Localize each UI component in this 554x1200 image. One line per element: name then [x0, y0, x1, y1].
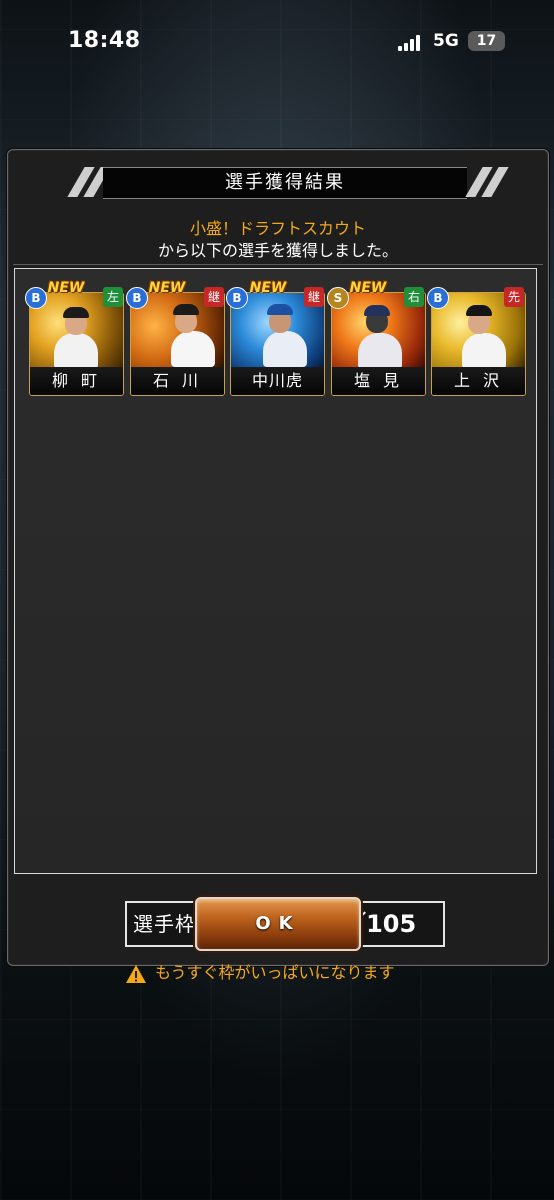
dialog-title: 選手獲得結果 — [103, 167, 467, 199]
position-badge: 左 — [103, 287, 123, 307]
player-card[interactable]: 上 沢 — [431, 292, 526, 396]
grade-badge: B — [126, 287, 148, 309]
warning-text: もうすぐ枠がいっぱいになります — [155, 963, 395, 982]
players-panel: 柳 町 NEW B 左 石 川 NEW B 継 中川虎 NEW B 継 塩 見 … — [14, 268, 537, 983]
status-bar: 18:48 5G 17 — [0, 0, 554, 80]
position-badge: 右 — [404, 287, 424, 307]
player-card-list: 柳 町 NEW B 左 石 川 NEW B 継 中川虎 NEW B 継 塩 見 … — [25, 280, 535, 404]
player-name: 塩 見 — [332, 367, 425, 395]
new-badge: NEW — [47, 280, 85, 296]
player-card[interactable]: 石 川 — [130, 292, 225, 396]
scout-name: 小盛！ドラフトスカウト — [189, 219, 366, 238]
player-name: 柳 町 — [30, 367, 123, 395]
divider — [13, 264, 543, 265]
position-badge: 継 — [304, 287, 324, 307]
warning-icon — [126, 964, 146, 983]
scout-description: から以下の選手を獲得しました。 — [157, 241, 398, 260]
grade-badge: B — [226, 287, 248, 309]
player-card[interactable]: 柳 町 — [29, 292, 124, 396]
player-name: 石 川 — [131, 367, 224, 395]
battery-icon: 17 — [468, 31, 505, 51]
grade-badge: B — [25, 287, 47, 309]
new-badge: NEW — [148, 280, 186, 296]
position-badge: 継 — [204, 287, 224, 307]
player-name: 上 沢 — [432, 367, 525, 395]
player-card[interactable]: 塩 見 — [331, 292, 426, 396]
clock: 18:48 — [68, 28, 141, 53]
player-card[interactable]: 中川虎 — [230, 292, 325, 396]
title-decoration-right — [465, 167, 510, 197]
position-badge: 先 — [504, 287, 524, 307]
ok-button[interactable]: OK — [195, 897, 361, 951]
slot-max: 105 — [366, 910, 417, 938]
grade-badge: B — [427, 287, 449, 309]
signal-icon — [398, 35, 424, 51]
acquisition-dialog: 選手獲得結果 小盛！ドラフトスカウト から以下の選手を獲得しました。 柳 町 N… — [7, 149, 549, 983]
network-type: 5G — [433, 31, 459, 51]
player-name: 中川虎 — [231, 367, 324, 395]
new-badge: NEW — [249, 280, 287, 296]
new-badge: NEW — [349, 280, 387, 296]
capacity-warning: もうすぐ枠がいっぱいになります — [125, 959, 395, 984]
grade-badge: S — [327, 287, 349, 309]
